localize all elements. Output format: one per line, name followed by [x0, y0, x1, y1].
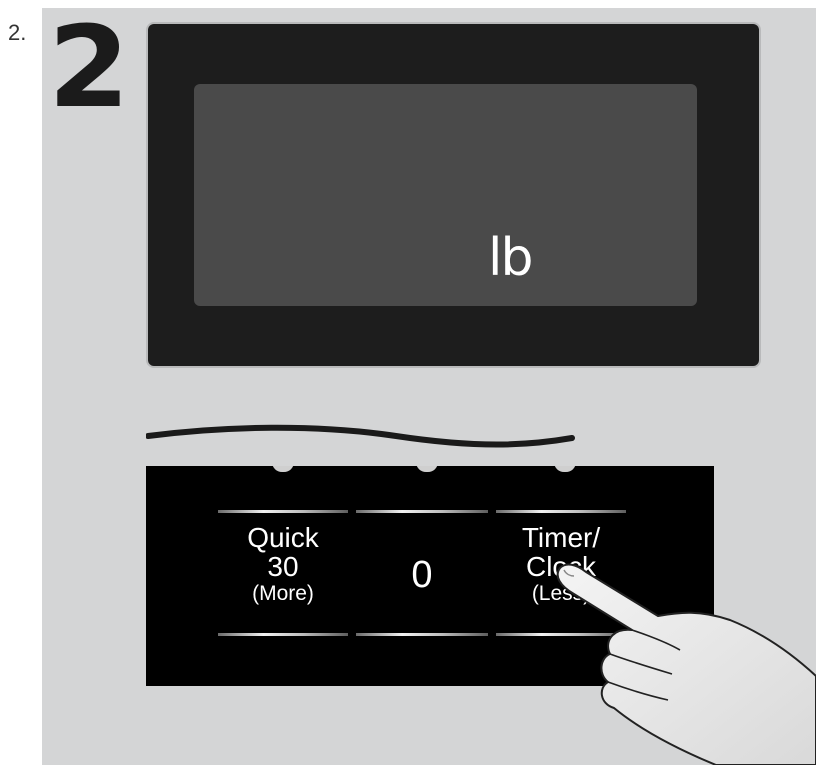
key-bar-bottom	[356, 633, 488, 636]
cropped-label-mark	[554, 466, 576, 472]
step-number: 2	[48, 3, 130, 133]
display-unit: lb	[488, 228, 533, 288]
key-bar-top	[496, 510, 626, 513]
cropped-label-mark	[272, 466, 294, 472]
pointing-hand-icon	[556, 563, 816, 765]
key-bar-top	[218, 510, 348, 513]
step-label: 2.	[8, 20, 27, 45]
key-bar-top	[356, 510, 488, 513]
quick-30-line2: 30	[267, 550, 299, 582]
cut-line	[146, 424, 575, 448]
quick-30-label: Quick 30 (More)	[218, 522, 348, 606]
quick-30-button[interactable]: Quick 30 (More)	[218, 510, 348, 636]
timer-clock-line1: Timer/	[521, 522, 601, 553]
cropped-label-mark	[416, 466, 438, 472]
quick-30-line3: (More)	[252, 582, 314, 606]
quick-30-line1: Quick	[247, 522, 319, 553]
key-bar-bottom	[218, 633, 348, 636]
display-screen	[194, 84, 697, 306]
zero-button[interactable]: 0	[356, 510, 488, 636]
zero-label: 0	[411, 554, 433, 596]
